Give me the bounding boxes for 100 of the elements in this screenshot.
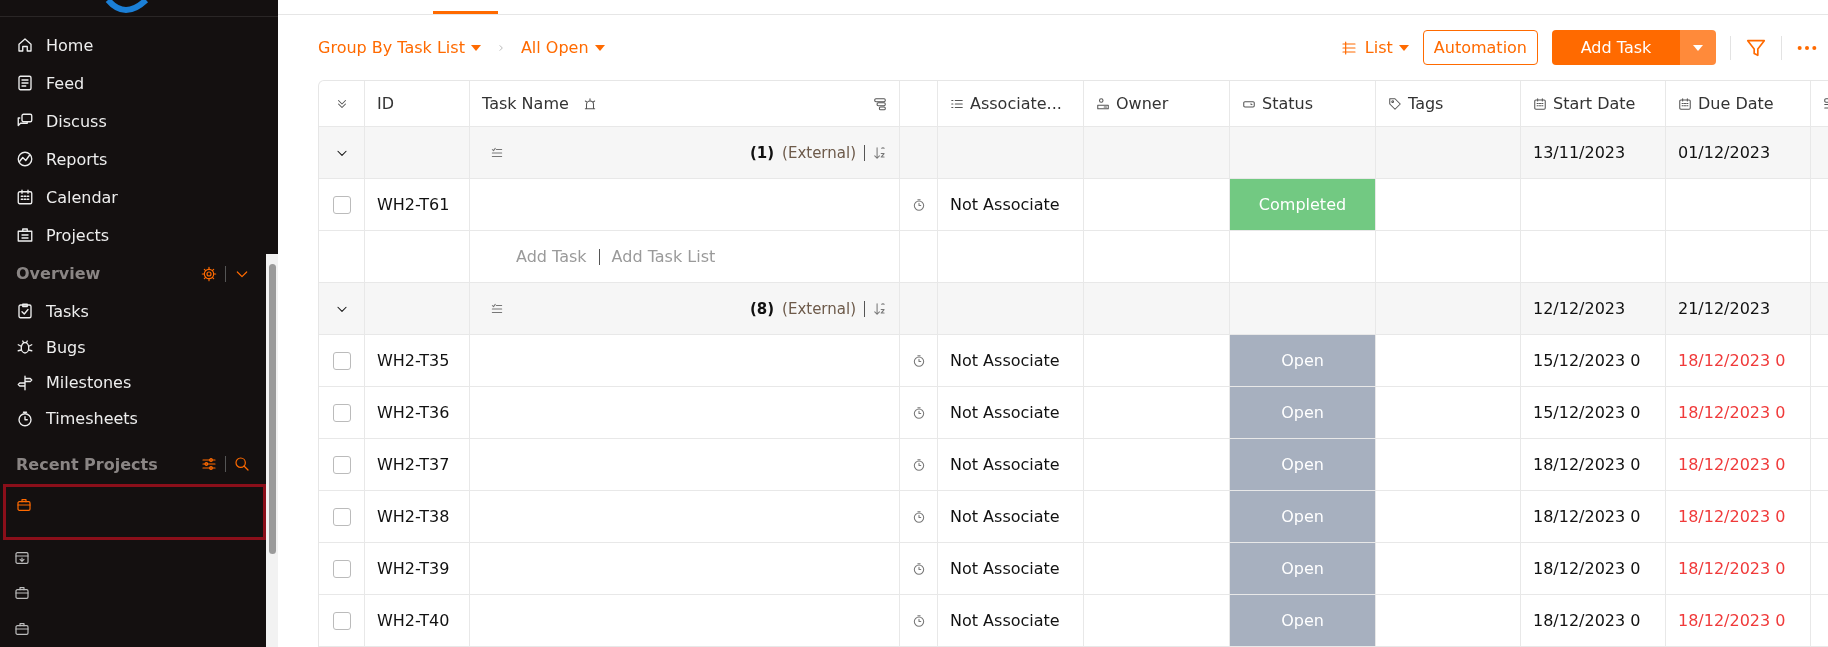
caret-icon bbox=[1693, 44, 1703, 51]
briefcase-icon bbox=[14, 585, 30, 602]
search-icon bbox=[234, 456, 250, 473]
row-checkbox[interactable] bbox=[332, 559, 351, 578]
briefcase-icon bbox=[14, 621, 30, 638]
calendar-icon bbox=[16, 188, 34, 206]
nav-label: Feed bbox=[46, 73, 85, 93]
table-cell: 18/12/2023 0 bbox=[1666, 335, 1811, 387]
row-checkbox[interactable] bbox=[332, 403, 351, 422]
signpost-icon bbox=[16, 373, 34, 392]
task-id: WH2-T40 bbox=[365, 595, 470, 647]
section-title: Recent Projects bbox=[16, 454, 159, 474]
stopwatch-icon bbox=[911, 613, 926, 628]
table-cell: Not Associate bbox=[938, 491, 1084, 543]
column-label: Tags bbox=[1408, 94, 1444, 113]
calendar-icon bbox=[1678, 96, 1692, 111]
column-label: Associate... bbox=[970, 94, 1062, 113]
nav-item[interactable]: Timesheets bbox=[0, 400, 266, 437]
caret-icon bbox=[594, 44, 605, 51]
stopwatch-icon bbox=[911, 405, 926, 420]
newspaper-icon bbox=[16, 74, 34, 92]
nav-item[interactable]: Tasks bbox=[0, 293, 266, 330]
column-label: Start Date bbox=[1553, 94, 1636, 113]
project-item[interactable] bbox=[3, 484, 266, 540]
nav-item[interactable]: Reports bbox=[0, 140, 278, 178]
nav-item[interactable]: Feed bbox=[0, 64, 278, 102]
column-label: Due Date bbox=[1698, 94, 1774, 113]
table-cell: Not Associate bbox=[938, 179, 1084, 231]
nav-label: Reports bbox=[46, 149, 108, 169]
task-id: WH2-T38 bbox=[365, 491, 470, 543]
nav-label: Home bbox=[46, 35, 94, 55]
group-count: (8) bbox=[749, 299, 775, 318]
table-cell: 12/12/2023 bbox=[1521, 283, 1666, 335]
caret-icon bbox=[470, 44, 481, 51]
nav-item[interactable]: Home bbox=[0, 26, 278, 64]
table-cell: 15/12/2023 0 bbox=[1521, 387, 1666, 439]
sliders-icon bbox=[201, 456, 217, 473]
table-cell: 18/12/2023 0 bbox=[1666, 543, 1811, 595]
clipboard-icon bbox=[16, 226, 34, 244]
nav-label: Tasks bbox=[46, 301, 89, 321]
caret-icon bbox=[1398, 44, 1409, 51]
table-cell: 15/12/2023 0 bbox=[1521, 335, 1666, 387]
task-id: WH2-T39 bbox=[365, 543, 470, 595]
stopwatch-icon bbox=[16, 409, 34, 428]
column-label: Status bbox=[1262, 94, 1313, 113]
collapse-cell[interactable] bbox=[319, 283, 365, 335]
nav-label: Bugs bbox=[46, 337, 86, 357]
table-cell: Not Associate bbox=[938, 335, 1084, 387]
nav-item[interactable]: Milestones bbox=[0, 365, 266, 401]
row-checkbox[interactable] bbox=[332, 507, 351, 526]
column-label: Task Name bbox=[482, 94, 569, 113]
nav-label: Calendar bbox=[46, 187, 118, 207]
tag-icon bbox=[1388, 96, 1402, 111]
table-cell: Not Associate bbox=[938, 387, 1084, 439]
task-id: WH2-T37 bbox=[365, 439, 470, 491]
nav-item[interactable]: Projects bbox=[0, 216, 278, 254]
table-cell: 01/12/2023 bbox=[1666, 127, 1811, 179]
add-task-dropdown[interactable] bbox=[1680, 30, 1716, 65]
table-cell: 18/12/2023 0 bbox=[1666, 439, 1811, 491]
nav-item[interactable]: Bugs bbox=[0, 329, 266, 366]
table-cell: Not Associate bbox=[938, 543, 1084, 595]
task-id: WH2-T61 bbox=[365, 179, 470, 231]
person-icon bbox=[1096, 96, 1110, 111]
briefcase-icon bbox=[16, 497, 32, 514]
sort-icon bbox=[873, 301, 887, 316]
table-cell: 21/12/2023 bbox=[1666, 283, 1811, 335]
calendar-icon bbox=[1533, 96, 1547, 111]
table-cell: 18/12/2023 0 bbox=[1666, 595, 1811, 647]
section-title: Overview bbox=[16, 264, 102, 284]
table-cell: 18/12/2023 0 bbox=[1521, 543, 1666, 595]
table-cell: 13/11/2023 bbox=[1521, 127, 1666, 179]
row-checkbox[interactable] bbox=[332, 351, 351, 370]
nav-label: Milestones bbox=[46, 373, 132, 393]
archive-box-icon bbox=[14, 549, 30, 566]
alarm-icon bbox=[582, 96, 597, 111]
table-cell: 18/12/2023 0 bbox=[1666, 491, 1811, 543]
layers-icon bbox=[873, 96, 887, 111]
column-label: Owner bbox=[1116, 94, 1169, 113]
bug-icon bbox=[16, 338, 34, 357]
column-label: ID bbox=[377, 94, 395, 113]
stopwatch-icon bbox=[911, 197, 926, 212]
tab-underline bbox=[433, 11, 498, 14]
table-cell: 18/12/2023 0 bbox=[1666, 387, 1811, 439]
task-id: WH2-T36 bbox=[365, 387, 470, 439]
stopwatch-icon bbox=[911, 509, 926, 524]
row-checkbox[interactable] bbox=[332, 611, 351, 630]
group-label: (External) bbox=[782, 143, 856, 162]
checklist-icon bbox=[490, 301, 504, 316]
table-cell: Not Associate bbox=[938, 439, 1084, 491]
nav-item[interactable]: Discuss bbox=[0, 102, 278, 140]
checklist-icon bbox=[490, 145, 504, 160]
table-cell: 18/12/2023 0 bbox=[1521, 439, 1666, 491]
home-icon bbox=[16, 36, 34, 54]
nav-item[interactable]: Calendar bbox=[0, 178, 278, 216]
row-checkbox[interactable] bbox=[332, 455, 351, 474]
group-label: (External) bbox=[782, 299, 856, 318]
row-checkbox[interactable] bbox=[332, 195, 351, 214]
chart-icon bbox=[16, 150, 34, 168]
logo-icon bbox=[105, 0, 149, 14]
collapse-cell[interactable] bbox=[319, 127, 365, 179]
